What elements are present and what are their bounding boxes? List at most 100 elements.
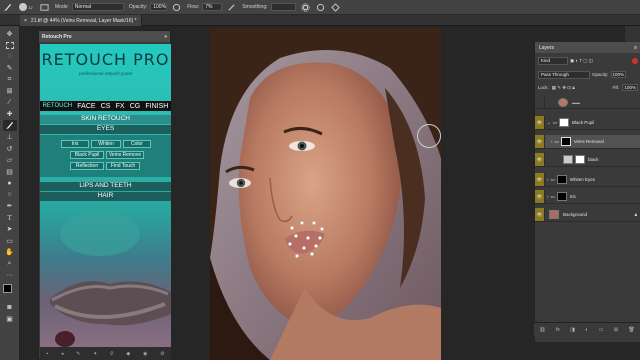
frame-tool-icon[interactable]: ⊠ xyxy=(3,86,17,97)
lock-icons[interactable]: ▦ ✎ ✥ ⊡ 🔒︎ xyxy=(552,85,575,91)
group-chevron-icon[interactable]: › xyxy=(551,139,553,144)
layer-row-whiten-eyes[interactable]: 👁︎ › ▭ Whiten Eyes xyxy=(535,173,640,187)
path-select-tool-icon[interactable]: ➤ xyxy=(3,224,17,235)
eye-icon[interactable]: 👁︎ xyxy=(535,116,545,129)
eye-icon-hidden[interactable] xyxy=(535,95,545,109)
screen-mode-icon[interactable]: ▣ xyxy=(3,314,17,325)
layer-mask-thumbnail[interactable] xyxy=(559,118,570,127)
eye-icon[interactable]: 👁︎ xyxy=(535,190,545,203)
gradient-tool-icon[interactable]: ▤ xyxy=(3,166,17,177)
section-eyes[interactable]: EYES xyxy=(40,125,171,134)
move-tool-icon[interactable]: ✥ xyxy=(3,28,17,39)
footer-brush-icon[interactable]: ✎ xyxy=(76,351,80,357)
find-touch-button[interactable]: Find Touch xyxy=(106,162,140,170)
brush-settings-icon[interactable] xyxy=(39,2,50,13)
blend-mode-select[interactable]: Pass Through xyxy=(538,70,590,79)
color-swatches[interactable] xyxy=(2,283,18,299)
pressure-size-icon[interactable] xyxy=(315,2,326,13)
layer-row-black[interactable]: 👁︎ black xyxy=(535,153,640,167)
marquee-tool-icon[interactable] xyxy=(3,40,17,51)
flow-field[interactable]: 7% xyxy=(202,3,223,11)
history-brush-tool-icon[interactable]: ↺ xyxy=(3,143,17,154)
brush-tool-icon[interactable] xyxy=(2,2,13,13)
type-tool-icon[interactable]: T xyxy=(3,212,17,223)
footer-drop-icon[interactable]: ◆ xyxy=(126,351,130,357)
mode-select[interactable]: Normal xyxy=(71,3,124,11)
opacity-field[interactable]: 100% xyxy=(150,3,168,11)
pressure-opacity-icon[interactable] xyxy=(171,2,182,13)
iris-button[interactable]: Iris xyxy=(61,140,89,148)
shape-tool-icon[interactable]: ▭ xyxy=(3,235,17,246)
quick-select-tool-icon[interactable]: ✎ xyxy=(3,63,17,74)
footer-star-icon[interactable]: ✦ xyxy=(93,351,97,357)
layers-panel-header[interactable]: Layers ≡ xyxy=(535,42,640,53)
layer-row-iris[interactable]: 👁︎ › ▭ Iris xyxy=(535,190,640,204)
brush-tool-button[interactable] xyxy=(2,120,17,131)
layer-mask-thumbnail[interactable] xyxy=(560,137,571,146)
filter-kind-select[interactable]: Kind xyxy=(538,56,568,65)
document-tab[interactable]: × 21.tif @ 44% (Veins Removal, Layer Mas… xyxy=(20,15,142,26)
layer-mask-thumbnail[interactable] xyxy=(556,175,567,184)
eye-icon[interactable]: 👁︎ xyxy=(535,173,545,186)
filter-toggle-icon[interactable] xyxy=(632,57,638,64)
layer-mask-thumbnail[interactable] xyxy=(575,155,585,164)
hand-tool-icon[interactable]: ✋ xyxy=(3,247,17,258)
section-skin-retouch[interactable]: SKIN RETOUCH xyxy=(40,115,171,124)
brush-preset-picker[interactable]: 12 xyxy=(17,2,35,13)
healing-tool-icon[interactable]: ✚ xyxy=(3,109,17,120)
reflection-button[interactable]: Reflection xyxy=(70,162,104,170)
filter-type-icons[interactable]: ▣ ◐ T ▢ ◫ xyxy=(570,58,630,64)
layer-opacity-field[interactable]: 100% xyxy=(610,71,627,78)
panel-collapse-icon[interactable]: » xyxy=(164,34,167,40)
link-layers-icon[interactable]: ⛓︎ xyxy=(539,327,545,333)
eyedropper-tool-icon[interactable]: ⁄ xyxy=(3,97,17,108)
fx-icon[interactable]: fx xyxy=(556,327,560,333)
layers-menu-icon[interactable]: ≡ xyxy=(634,45,637,51)
nav-cs[interactable]: CS xyxy=(101,103,111,110)
section-lips-and-teeth[interactable]: LIPS AND TEETH xyxy=(40,182,171,191)
layer-row-untitled[interactable]: ▬▬ xyxy=(535,95,640,109)
fill-field[interactable]: 100% xyxy=(622,84,638,91)
group-chevron-icon[interactable]: ⌄ xyxy=(547,120,551,126)
color-button[interactable]: Color xyxy=(123,140,151,148)
section-hair[interactable]: HAIR xyxy=(40,192,171,201)
group-chevron-icon[interactable]: › xyxy=(547,194,549,199)
clone-stamp-tool-icon[interactable]: ⊥ xyxy=(3,132,17,143)
layer-row-black-pupil[interactable]: 👁︎ ⌄ ▭ Black Pupil xyxy=(535,116,640,130)
nav-fx[interactable]: FX xyxy=(116,103,125,110)
veins-remove-button[interactable]: Veins Remove xyxy=(106,151,144,159)
layer-row-veins-removal[interactable]: 👁︎ › ▭ Veins Removal xyxy=(535,135,640,149)
zoom-tool-icon[interactable]: ⌕ xyxy=(3,258,17,269)
more-tools-icon[interactable]: ··· xyxy=(3,270,17,281)
eraser-tool-icon[interactable]: ▱ xyxy=(3,155,17,166)
footer-info-icon[interactable]: ▪ xyxy=(46,351,48,357)
delete-layer-icon[interactable]: 🗑︎ xyxy=(628,327,634,333)
smoothing-field[interactable] xyxy=(270,3,296,11)
crop-tool-icon[interactable]: ⌗ xyxy=(3,74,17,85)
adjustment-layer-icon[interactable]: ◐ xyxy=(585,327,588,333)
nav-cg[interactable]: CG xyxy=(130,103,141,110)
layer-row-background[interactable]: 👁︎ Background 🔒︎ xyxy=(535,208,640,222)
eye-icon[interactable]: 👁︎ xyxy=(535,153,545,166)
pen-tool-icon[interactable]: ✒ xyxy=(3,201,17,212)
document-canvas[interactable] xyxy=(210,28,441,360)
blur-tool-icon[interactable]: ● xyxy=(3,178,17,189)
document-tab-close[interactable]: × xyxy=(24,18,27,24)
symmetry-icon[interactable] xyxy=(330,2,341,13)
airbrush-icon[interactable] xyxy=(226,2,237,13)
new-group-icon[interactable]: ▭ xyxy=(599,327,604,333)
whiten-button[interactable]: Whiten xyxy=(91,140,121,148)
black-pupil-button[interactable]: Black Pupil xyxy=(70,151,104,159)
add-mask-icon[interactable]: ◨ xyxy=(570,327,575,333)
quick-mask-icon[interactable]: ◙ xyxy=(3,302,17,313)
retouch-pro-panel-header[interactable]: Retouch Pro » xyxy=(39,31,170,42)
footer-pin-icon[interactable]: ⚲ xyxy=(110,351,114,357)
footer-settings-icon[interactable]: ⚙ xyxy=(160,351,164,357)
new-layer-icon[interactable]: ⊞ xyxy=(614,327,618,333)
layer-mask-thumbnail[interactable] xyxy=(556,192,567,201)
footer-circle-icon[interactable]: ◉ xyxy=(143,351,147,357)
nav-finish[interactable]: FINISH xyxy=(145,103,168,110)
nav-retouch[interactable]: RETOUCH xyxy=(43,103,73,109)
group-chevron-icon[interactable]: › xyxy=(547,177,549,182)
eye-icon[interactable]: 👁︎ xyxy=(535,208,545,221)
